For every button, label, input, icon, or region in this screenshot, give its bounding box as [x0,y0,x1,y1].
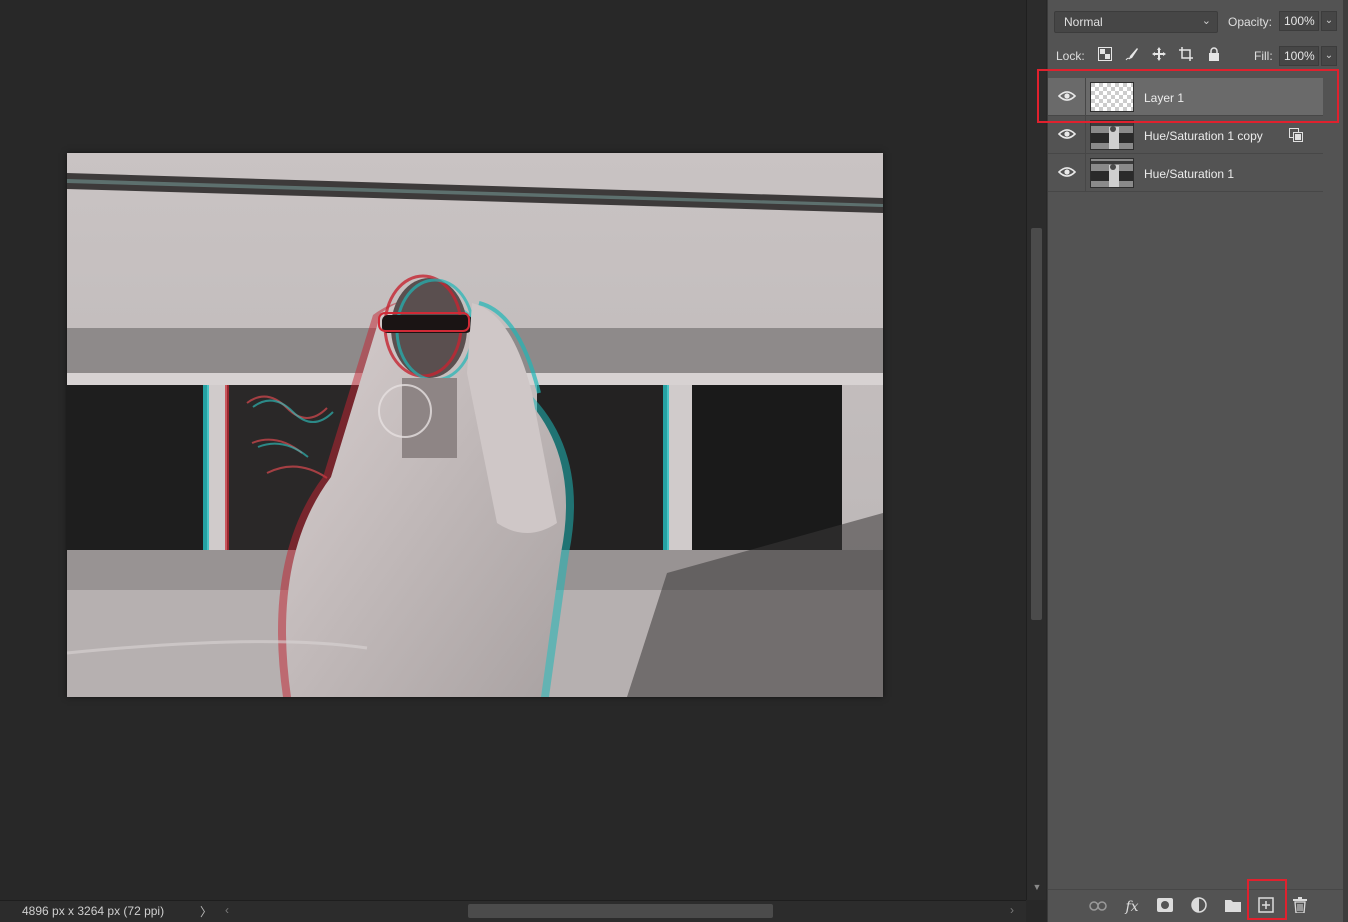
canvas-area[interactable] [0,0,1026,900]
fx-icon[interactable]: fx [1122,897,1142,917]
link-layers-icon[interactable] [1088,897,1108,917]
delete-layer-icon[interactable] [1290,897,1310,917]
scroll-right-icon[interactable]: › [1010,903,1014,917]
layer-thumbnail[interactable] [1090,158,1134,188]
photoshop-window: ▼ 4896 px x 3264 px (72 ppi) 〉 ‹ › Norma… [0,0,1348,922]
add-mask-icon[interactable] [1155,897,1175,917]
lock-artboard-icon[interactable] [1177,47,1195,65]
lock-transparent-pixels-icon[interactable] [1096,47,1114,65]
fill-dropdown-icon[interactable]: ⌄ [1321,46,1337,66]
status-bar: 4896 px x 3264 px (72 ppi) 〉 ‹ › [0,900,1026,922]
adjustment-layer-icon[interactable] [1189,897,1209,917]
document-size-info[interactable]: 4896 px x 3264 px (72 ppi) [22,904,164,918]
visibility-eye-icon[interactable] [1057,127,1077,141]
panel-scrollbar[interactable] [1343,0,1348,922]
lock-label: Lock: [1056,49,1085,63]
lock-position-icon[interactable] [1150,47,1168,65]
status-menu-arrow-icon[interactable]: 〉 [200,903,212,920]
layers-panel-footer: fx [1048,889,1343,922]
document-image[interactable] [67,153,883,697]
new-layer-button-highlight [1247,879,1287,920]
lock-all-icon[interactable] [1205,47,1223,65]
opacity-label: Opacity: [1228,15,1273,29]
layer-name[interactable]: Hue/Saturation 1 [1144,167,1234,181]
chevron-down-icon: ⌄ [1201,15,1211,27]
canvas-vertical-scrollbar[interactable]: ▼ [1026,0,1046,900]
layers-panel-controls: Normal ⌄ Opacity: 100% ⌄ Lock: Fill: 100… [1048,0,1343,72]
blend-mode-value: Normal [1064,15,1103,29]
smart-object-icon [1288,127,1304,143]
fill-field[interactable]: 100% [1279,46,1319,66]
horizontal-scroll-thumb[interactable] [468,904,773,918]
layers-list: Layer 1 Hue/Saturation 1 copy Hue/Satura… [1048,76,1323,876]
opacity-dropdown-icon[interactable]: ⌄ [1321,11,1337,31]
scroll-left-icon[interactable]: ‹ [225,903,229,917]
layers-panel: Normal ⌄ Opacity: 100% ⌄ Lock: Fill: 100… [1047,0,1348,922]
layer-name[interactable]: Hue/Saturation 1 copy [1144,129,1263,143]
row-divider [1085,154,1086,192]
visibility-eye-icon[interactable] [1057,165,1077,179]
anaglyph-photo [67,153,883,697]
opacity-field[interactable]: 100% [1279,11,1319,31]
layer-thumbnail[interactable] [1090,120,1134,150]
fill-label: Fill: [1254,49,1273,63]
layer-row-hue-saturation-1[interactable]: Hue/Saturation 1 [1048,154,1323,192]
vertical-scroll-thumb[interactable] [1031,228,1042,620]
group-folder-icon[interactable] [1223,897,1243,917]
scroll-down-icon[interactable]: ▼ [1031,882,1043,892]
lock-image-pixels-icon[interactable] [1123,47,1141,65]
blend-mode-select[interactable]: Normal ⌄ [1054,11,1218,33]
selected-layer-highlight [1037,69,1339,123]
